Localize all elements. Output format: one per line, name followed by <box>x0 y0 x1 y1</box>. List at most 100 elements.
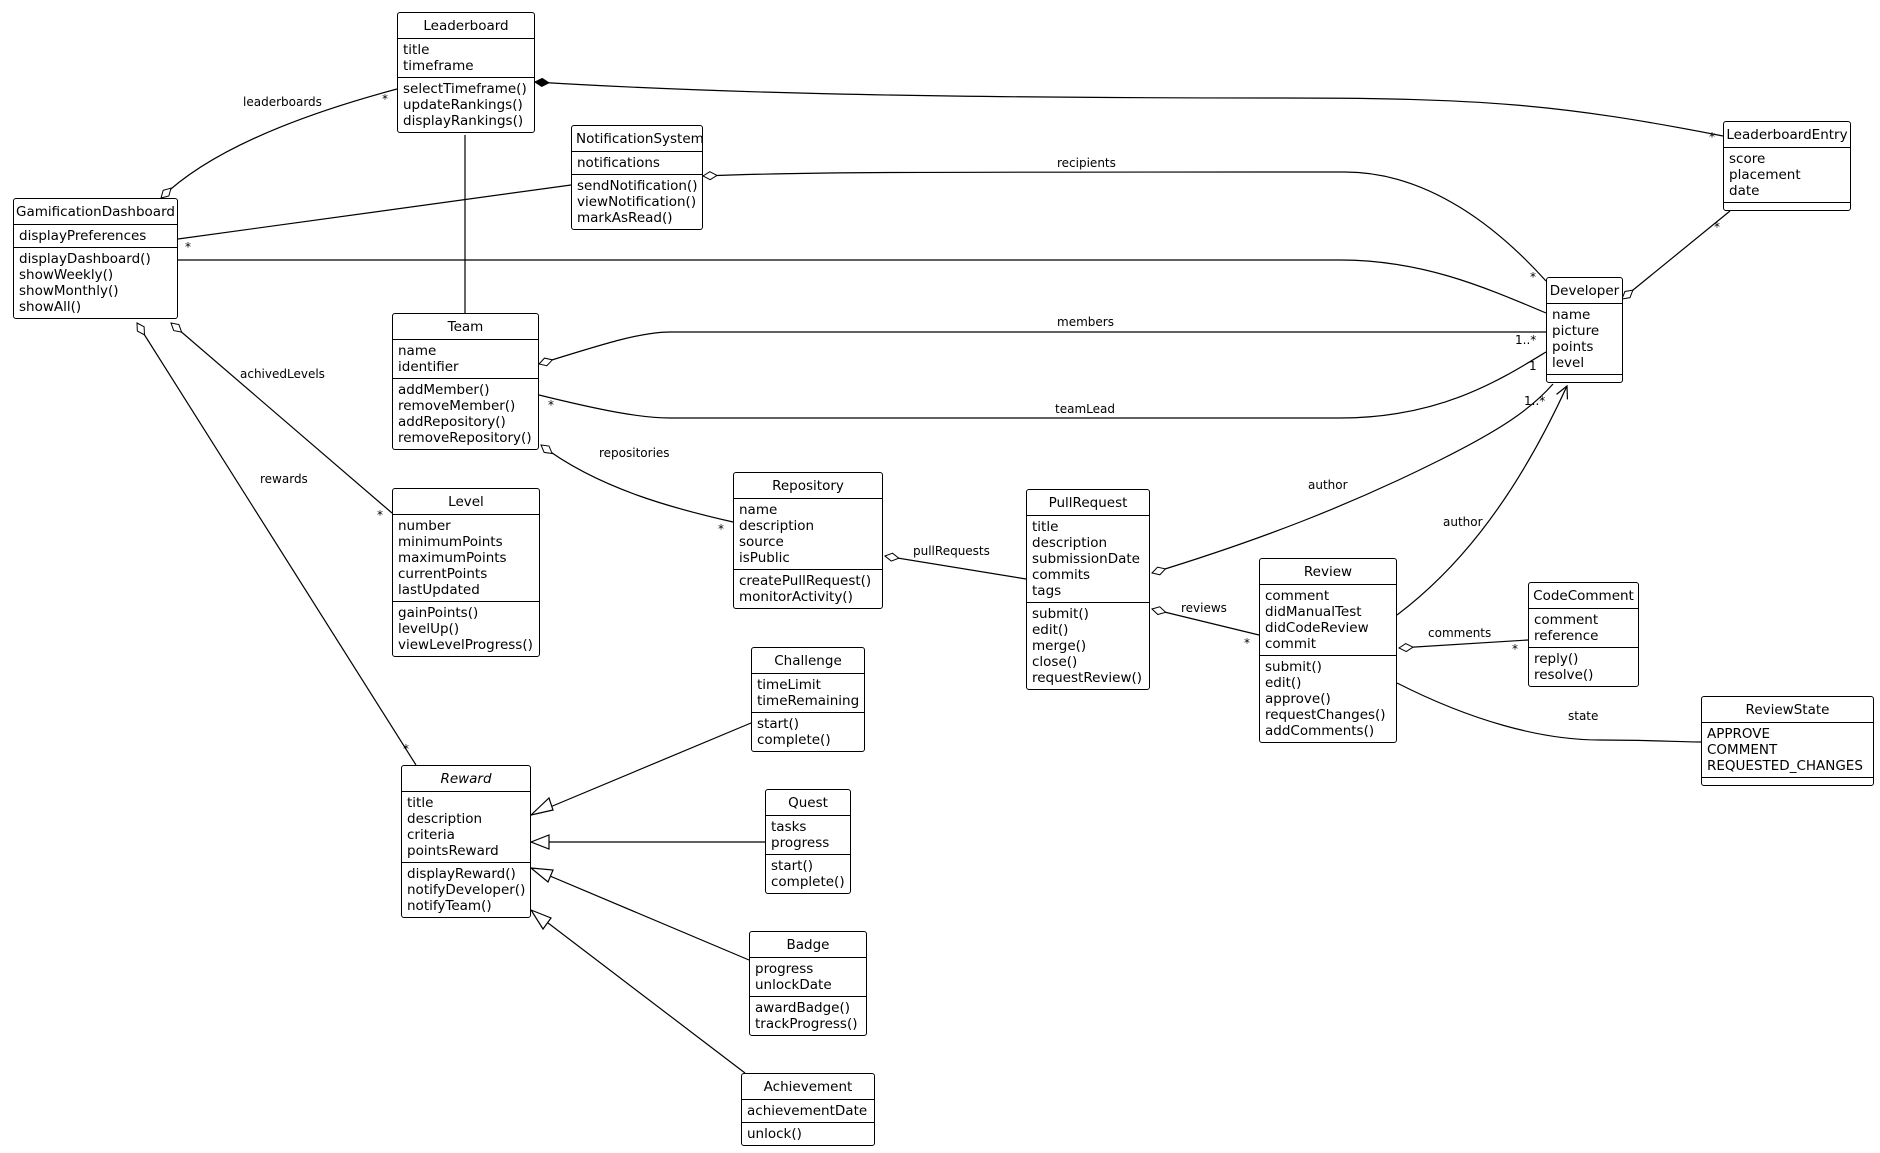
class-pull-request[interactable]: PullRequest title description submissionDa… <box>1026 489 1150 690</box>
attribute: title <box>403 42 430 58</box>
attribute: APPROVE <box>1707 726 1771 742</box>
attribute: reference <box>1534 628 1599 644</box>
mult-dev-entry-target: * <box>1714 220 1720 234</box>
class-name: Badge <box>750 932 866 958</box>
class-level[interactable]: Level number minimumPoints maximumPoints cu… <box>392 488 540 657</box>
edge-comments <box>1397 639 1529 653</box>
class-name: CodeComment <box>1529 583 1638 609</box>
relationship-lines <box>136 77 1731 1074</box>
mult-reviews-target: * <box>1244 636 1250 650</box>
method: edit() <box>1032 622 1069 638</box>
method: notifyDeveloper() <box>407 882 526 898</box>
label-comments: comments <box>1428 626 1492 640</box>
attribute: minimumPoints <box>398 534 503 550</box>
class-badge[interactable]: Badge progress unlockDate awardBadge() tra… <box>749 931 867 1036</box>
attribute: comment <box>1534 612 1599 628</box>
label-rewards: rewards <box>260 472 308 486</box>
method: submit() <box>1032 606 1089 622</box>
edge-teamlead <box>538 351 1547 419</box>
attribute: unlockDate <box>755 977 832 993</box>
attribute: displayPreferences <box>19 228 147 244</box>
methods <box>1724 202 1850 210</box>
enum-values: APPROVE COMMENT REQUESTED_CHANGES <box>1702 723 1873 777</box>
edge-review-author <box>1396 386 1567 616</box>
class-achievement[interactable]: Achievement achievementDate unlock() <box>741 1073 875 1146</box>
attribute: COMMENT <box>1707 742 1778 758</box>
method: complete() <box>757 732 831 748</box>
attribute: score <box>1729 151 1766 167</box>
class-leaderboard[interactable]: Leaderboard title timeframe selectTimefra… <box>397 12 535 133</box>
class-notification-system[interactable]: NotificationSystem notifications sendNot… <box>571 125 704 230</box>
attribute: timeframe <box>403 58 474 74</box>
edge-state <box>1396 682 1702 743</box>
attribute: commit <box>1265 636 1317 652</box>
class-name: GamificationDashboard <box>14 199 177 225</box>
mult-rewards-target: * <box>403 742 409 756</box>
class-name: ReviewState <box>1702 697 1873 723</box>
class-reward[interactable]: Reward title description criteria pointsRew… <box>401 765 531 918</box>
attribute: maximumPoints <box>398 550 507 566</box>
attribute: progress <box>771 835 830 851</box>
class-team[interactable]: Team name identifier addMember() removeMem… <box>392 313 539 450</box>
label-achived-levels: achivedLevels <box>240 367 325 381</box>
methods: start() complete() <box>752 712 864 751</box>
generalization-head-quest <box>529 834 550 850</box>
methods <box>1547 374 1622 382</box>
methods: start() complete() <box>766 854 850 893</box>
attribute: tags <box>1032 583 1062 599</box>
method: unlock() <box>747 1126 802 1142</box>
class-name: Review <box>1260 559 1396 585</box>
mult-members-target: 1..* <box>1515 333 1537 347</box>
method: requestChanges() <box>1265 707 1386 723</box>
method: updateRankings() <box>403 97 523 113</box>
attribute: placement <box>1729 167 1801 183</box>
class-name: Reward <box>402 766 530 792</box>
mult-dashboard-notification: * <box>185 240 191 254</box>
attributes: notifications <box>572 152 702 174</box>
label-review-author: author <box>1443 515 1483 529</box>
attributes: comment didManualTest didCodeReview commit <box>1260 585 1396 655</box>
class-review-state[interactable]: ReviewState APPROVE COMMENT REQUESTED_CHAN… <box>1701 696 1874 786</box>
method: merge() <box>1032 638 1087 654</box>
method: showMonthly() <box>19 283 119 299</box>
attributes: score placement date <box>1724 148 1850 202</box>
class-name: Leaderboard <box>398 13 534 39</box>
attributes: timeLimit timeRemaining <box>752 674 864 712</box>
methods: awardBadge() trackProgress() <box>750 996 866 1035</box>
label-leaderboards: leaderboards <box>243 95 322 109</box>
attribute: tasks <box>771 819 807 835</box>
attribute: description <box>1032 535 1108 551</box>
method: notifyTeam() <box>407 898 492 914</box>
class-challenge[interactable]: Challenge timeLimit timeRemaining start()… <box>751 647 865 752</box>
class-developer[interactable]: Developer name picture points level <box>1546 277 1623 383</box>
edge-rewards <box>136 322 417 766</box>
attribute: description <box>407 811 483 827</box>
edge-dashboard-notification <box>177 184 572 240</box>
mult-repositories-target: * <box>718 522 724 536</box>
class-review[interactable]: Review comment didManualTest didCodeReview… <box>1259 558 1397 743</box>
label-repositories: repositories <box>599 446 670 460</box>
generalization-head-badge <box>529 867 554 883</box>
class-gamification-dashboard[interactable]: GamificationDashboard displayPreferences… <box>13 198 178 319</box>
attribute: lastUpdated <box>398 582 480 598</box>
attribute: timeRemaining <box>757 693 860 709</box>
edge-dashboard-developer <box>178 259 1547 314</box>
class-code-comment[interactable]: CodeComment comment reference reply() reso… <box>1528 582 1639 687</box>
class-name: Team <box>393 314 538 340</box>
attribute: title <box>1032 519 1059 535</box>
class-leaderboard-entry[interactable]: LeaderboardEntry score placement date <box>1723 121 1851 211</box>
generalization-head-challenge <box>528 796 554 817</box>
method: close() <box>1032 654 1078 670</box>
label-reviews: reviews <box>1181 601 1227 615</box>
class-quest[interactable]: Quest tasks progress start() complete() <box>765 789 851 894</box>
attribute: date <box>1729 183 1760 199</box>
class-repository[interactable]: Repository name description source isPublic… <box>733 472 883 609</box>
class-name: Challenge <box>752 648 864 674</box>
attributes: displayPreferences <box>14 225 177 247</box>
class-name: Achievement <box>742 1074 874 1100</box>
method: trackProgress() <box>755 1016 858 1032</box>
method: approve() <box>1265 691 1331 707</box>
attribute: notifications <box>577 155 660 171</box>
attribute: currentPoints <box>398 566 488 582</box>
mult-pr-author-target: 1..* <box>1524 394 1546 408</box>
